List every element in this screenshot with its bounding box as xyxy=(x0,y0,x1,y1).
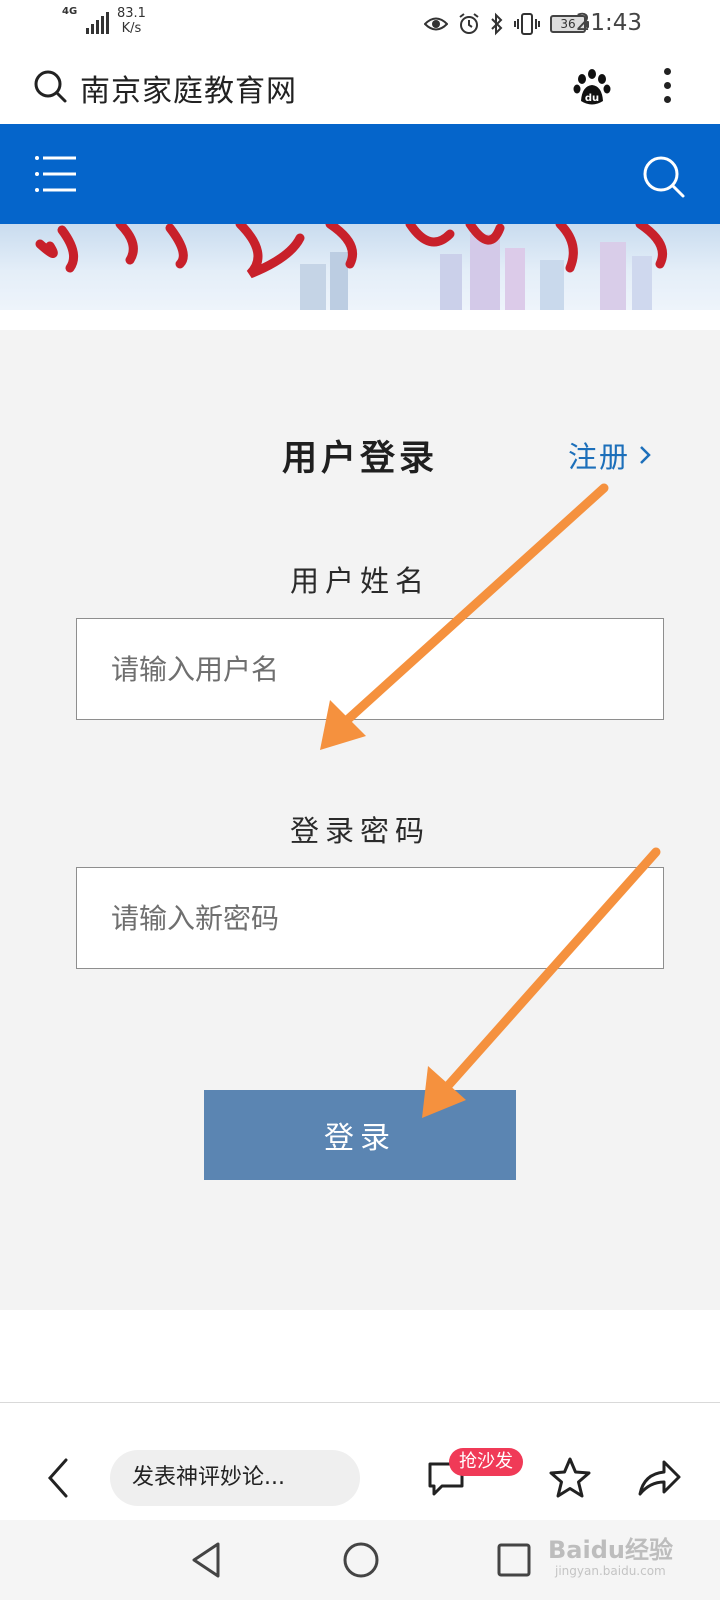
nav-recents-icon[interactable] xyxy=(496,1542,532,1578)
speed-unit: K/s xyxy=(121,21,142,36)
system-nav-bar: Baidu经验 jingyan.baidu.com xyxy=(0,1520,720,1600)
banner-artwork xyxy=(35,224,667,310)
baidu-paw-icon[interactable]: du xyxy=(572,68,612,108)
nav-back-icon[interactable] xyxy=(188,1540,224,1580)
register-label[interactable]: 注册 xyxy=(568,434,630,476)
username-label: 用户姓名 xyxy=(289,564,430,598)
share-icon[interactable] xyxy=(636,1456,682,1500)
password-label: 登录密码 xyxy=(289,814,430,848)
site-title[interactable]: 南京家庭教育网 xyxy=(80,66,297,110)
back-icon[interactable] xyxy=(44,1456,72,1500)
speed-value: 83.1 xyxy=(117,6,146,21)
bluetooth-icon xyxy=(491,12,503,36)
register-link[interactable]: 注册 xyxy=(568,434,652,476)
browser-address-bar[interactable]: 南京家庭教育网 du xyxy=(0,50,720,124)
nav-home-icon[interactable] xyxy=(341,1540,381,1580)
more-icon[interactable] xyxy=(660,68,674,108)
eye-icon xyxy=(424,17,448,31)
star-icon[interactable] xyxy=(548,1456,592,1500)
alarm-icon xyxy=(459,13,479,34)
clock: 21:43 xyxy=(575,10,642,36)
network-type: 4G xyxy=(62,6,78,17)
login-button[interactable]: 登录 xyxy=(204,1090,516,1180)
status-icons: 36 xyxy=(424,12,589,36)
site-navbar xyxy=(0,124,720,224)
network-speed: 83.1 K/s xyxy=(117,6,146,36)
status-bar: 4G 83.1 K/s 36 21:43 xyxy=(0,0,720,50)
login-panel: 用户登录 注册 用户姓名 登录密码 登录 xyxy=(0,330,720,1310)
username-input[interactable] xyxy=(76,618,664,720)
sofa-badge[interactable]: 抢沙发 xyxy=(449,1448,523,1476)
menu-icon[interactable] xyxy=(34,150,78,198)
site-banner xyxy=(0,224,720,310)
comment-input[interactable]: 发表神评妙论... xyxy=(110,1450,360,1506)
chevron-right-icon[interactable] xyxy=(638,443,652,467)
site-search-icon[interactable] xyxy=(641,154,687,200)
status-left: 4G 83.1 K/s xyxy=(62,6,146,36)
watermark-logo: Baidu经验 xyxy=(548,1536,673,1564)
vibrate-icon xyxy=(514,13,540,35)
search-icon[interactable] xyxy=(32,68,68,104)
watermark-domain: jingyan.baidu.com xyxy=(555,1564,666,1578)
bottom-toolbar: 发表神评妙论... 抢沙发 xyxy=(0,1436,720,1520)
svg-text:du: du xyxy=(585,93,599,104)
password-input[interactable] xyxy=(76,867,664,969)
divider xyxy=(0,1402,720,1403)
signal-icon xyxy=(86,10,109,34)
